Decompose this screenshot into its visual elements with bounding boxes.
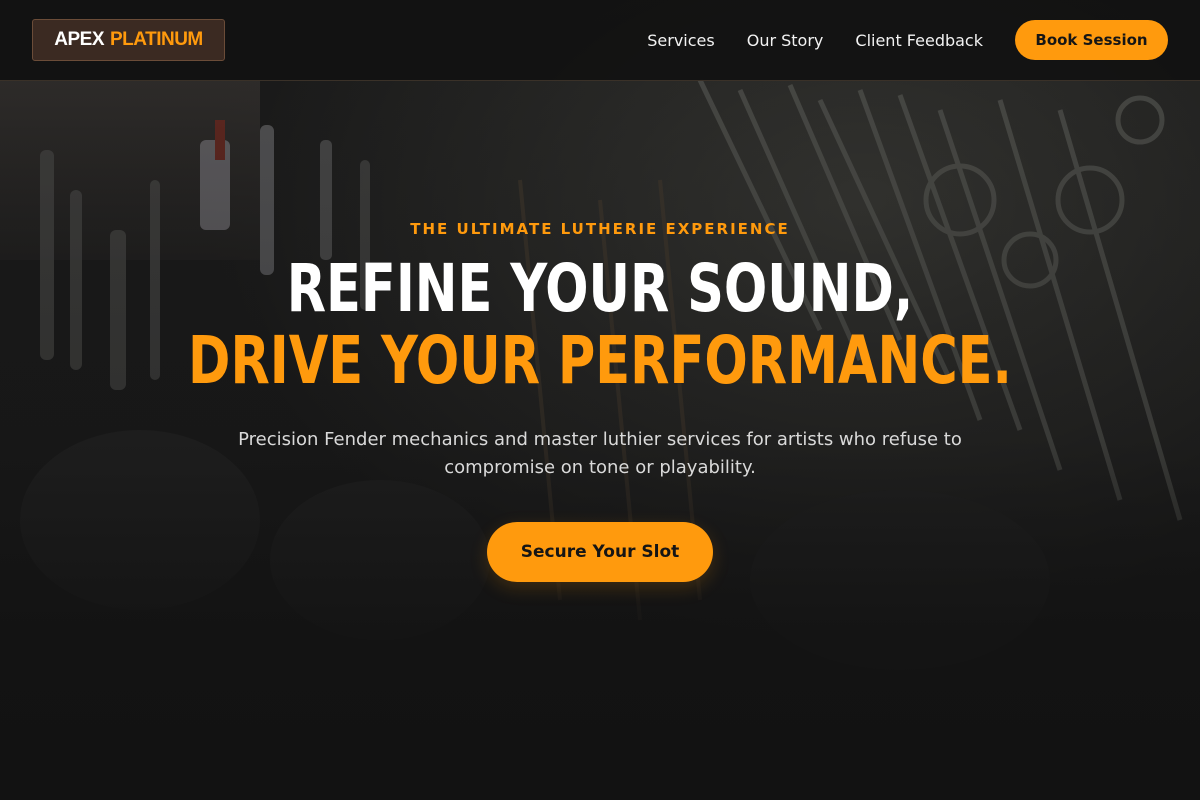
hero-eyebrow: THE ULTIMATE LUTHERIE EXPERIENCE xyxy=(410,220,790,238)
main-nav: Services Our Story Client Feedback Book … xyxy=(647,0,1168,80)
logo-word-accent: PLATINUM xyxy=(110,29,203,50)
hero-headline: REFINE YOUR SOUND, DRIVE YOUR PERFORMANC… xyxy=(0,253,1200,397)
site-header: APEX PLATINUM Services Our Story Client … xyxy=(0,0,1200,81)
secure-slot-button[interactable]: Secure Your Slot xyxy=(487,522,713,582)
hero-section: THE ULTIMATE LUTHERIE EXPERIENCE REFINE … xyxy=(0,81,1200,800)
nav-link-client-feedback[interactable]: Client Feedback xyxy=(855,31,983,50)
book-session-button[interactable]: Book Session xyxy=(1015,20,1168,60)
landing-page: APEX PLATINUM Services Our Story Client … xyxy=(0,0,1200,800)
logo-word-primary: APEX xyxy=(54,29,104,50)
nav-link-our-story[interactable]: Our Story xyxy=(747,31,824,50)
nav-link-services[interactable]: Services xyxy=(647,31,714,50)
headline-line-1: REFINE YOUR SOUND, xyxy=(286,250,914,327)
brand-logo[interactable]: APEX PLATINUM xyxy=(32,19,225,61)
hero-subtitle: Precision Fender mechanics and master lu… xyxy=(238,429,962,478)
headline-line-2: DRIVE YOUR PERFORMANCE. xyxy=(188,322,1012,399)
